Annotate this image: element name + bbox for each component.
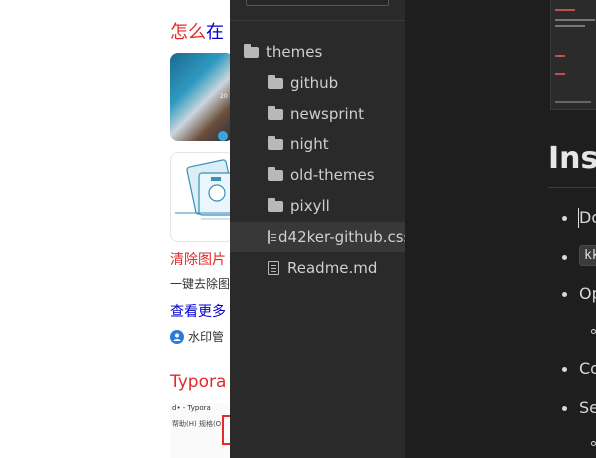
file-icon <box>268 261 279 275</box>
search-results-panel: 怎么在 20 清除图片 一键去除图 查看更多 水印管 Typora d• - T… <box>0 0 234 458</box>
tree-item-old-themes[interactable]: old-themes <box>268 160 405 190</box>
folder-icon <box>244 43 259 58</box>
result-link-highlight: 清除图片 <box>170 252 226 268</box>
embedded-screenshot-image <box>550 0 596 110</box>
tree-item-label: night <box>290 135 329 153</box>
file-tree-sidebar: themes github newsprint night old-themes… <box>230 0 405 458</box>
tree-item-label: github <box>290 74 339 92</box>
result-thumbnail-screenshot[interactable]: d• - Typora 帮助(H) 规格(O) <box>170 403 234 458</box>
heading-underline <box>548 187 596 188</box>
tree-item-label: d42ker-github.css <box>278 228 405 246</box>
sub-list-bullet <box>591 329 596 334</box>
folder-icon <box>268 74 283 89</box>
folder-icon <box>268 197 283 212</box>
folder-icon <box>268 105 283 120</box>
result-title-text: 在 <box>206 22 224 43</box>
thumbnail-menu-text: 帮助(H) 规格(O) <box>172 420 224 428</box>
list-bullet <box>562 406 567 411</box>
tree-item-label: Readme.md <box>287 259 378 277</box>
result-thumbnail-illustration[interactable] <box>170 152 234 242</box>
folder-icon <box>268 135 283 150</box>
result-source-name: 水印管 <box>188 330 225 344</box>
tree-item-d42ker-github-css[interactable]: d42ker-github.css <box>230 222 405 252</box>
result-title-link[interactable]: 怎么在 <box>170 18 224 44</box>
tree-item-pixyll[interactable]: pixyll <box>268 191 405 221</box>
result-thumbnail-photo[interactable]: 20 <box>170 53 234 141</box>
result-description: 一键去除图 <box>170 277 231 291</box>
tree-item-label: pixyll <box>290 197 330 215</box>
sidebar-search-input[interactable] <box>246 0 389 6</box>
tree-item-label: themes <box>266 43 323 61</box>
list-item-text: Op <box>579 284 596 303</box>
thumbnail-tag: 20 <box>220 93 228 100</box>
thumbnail-badge-icon <box>218 131 228 141</box>
list-bullet <box>562 255 567 260</box>
result-title-highlight: 怎么 <box>170 22 206 43</box>
result-title-typora[interactable]: Typora <box>170 372 226 392</box>
tree-item-newsprint[interactable]: newsprint <box>268 99 405 129</box>
thumbnail-window-title: d• - Typora <box>172 404 211 412</box>
tree-item-themes[interactable]: themes <box>244 37 405 67</box>
list-bullet <box>562 367 567 372</box>
list-bullet <box>562 216 567 221</box>
tree-item-github[interactable]: github <box>268 68 405 98</box>
inline-code: kk <box>579 245 596 266</box>
tree-item-readme-md[interactable]: Readme.md <box>268 253 405 283</box>
folder-icon <box>268 166 283 181</box>
result-link-clear-image[interactable]: 清除图片 <box>170 249 226 269</box>
see-more-link[interactable]: 查看更多 <box>170 301 226 321</box>
document-heading: Inst <box>548 141 596 176</box>
list-item-text: Do <box>579 208 596 227</box>
tree-item-night[interactable]: night <box>268 129 405 159</box>
image-editor-illustration-icon <box>175 159 233 220</box>
result-source[interactable]: 水印管 <box>170 328 224 345</box>
file-icon <box>268 230 276 244</box>
tree-item-label: newsprint <box>290 105 365 123</box>
sub-list-bullet <box>591 441 596 446</box>
list-bullet <box>562 292 567 297</box>
user-avatar-icon <box>170 329 184 344</box>
sidebar-divider <box>230 20 405 21</box>
list-item-text: Se <box>579 398 596 417</box>
tree-item-label: old-themes <box>290 166 375 184</box>
markdown-editor[interactable]: Inst Do kk Op Co Se <box>405 0 596 458</box>
list-item-text: Co <box>579 359 596 378</box>
